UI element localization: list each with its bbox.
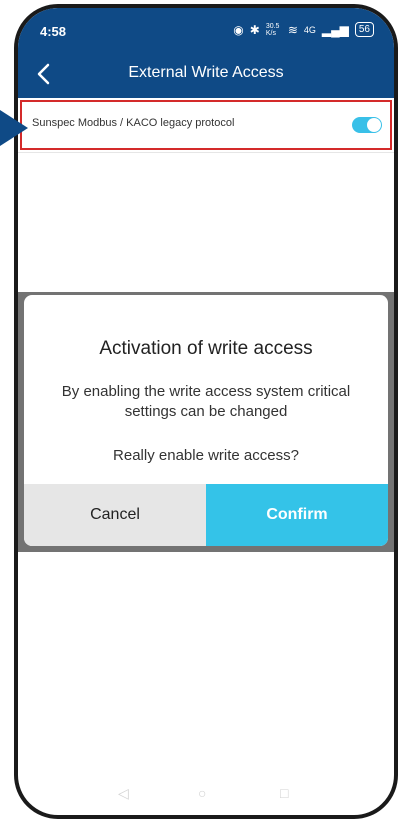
wifi-icon: ≋ (287, 22, 298, 37)
confirm-button[interactable]: Confirm (206, 484, 388, 546)
cancel-button[interactable]: Cancel (24, 484, 206, 546)
signal-icon: ▂▄▆ (321, 22, 349, 37)
status-bar: 4:58 ◉ ✱ 30.5 K/s ≋ 4G ▂▄▆ 56 (18, 8, 394, 50)
status-time: 4:58 (40, 24, 67, 39)
status-icons: ◉ ✱ 30.5 K/s ≋ 4G ▂▄▆ 56 (233, 22, 374, 37)
signal-label: 4G (303, 24, 316, 35)
protocol-label: Sunspec Modbus / KACO legacy protocol (32, 117, 235, 129)
dialog-message: By enabling the write access system crit… (61, 383, 351, 420)
confirm-dialog: Activation of write access By enabling t… (24, 295, 388, 546)
battery-icon: 56 (354, 22, 374, 37)
write-access-toggle[interactable] (352, 117, 382, 133)
page-title: External Write Access (128, 64, 284, 81)
dialog-question: Really enable write access? (113, 447, 299, 464)
system-nav-bar: ◁ ○ □ (18, 775, 394, 815)
bluetooth-icon: ✱ (249, 22, 260, 37)
phone-frame: 4:58 ◉ ✱ 30.5 K/s ≋ 4G ▂▄▆ 56 External W… (14, 4, 398, 819)
pointer-arrow-icon (0, 110, 28, 146)
toggle-knob (367, 118, 381, 132)
recents-nav-icon[interactable]: □ (280, 785, 288, 801)
eye-icon: ◉ (233, 22, 244, 37)
protocol-setting-row[interactable]: Sunspec Modbus / KACO legacy protocol (18, 98, 394, 153)
net-speed: 30.5 K/s (265, 22, 280, 37)
home-nav-icon[interactable]: ○ (198, 785, 206, 801)
dialog-title: Activation of write access (99, 338, 313, 359)
nav-bar: External Write Access (18, 50, 394, 98)
back-nav-icon[interactable]: ◁ (118, 785, 129, 802)
